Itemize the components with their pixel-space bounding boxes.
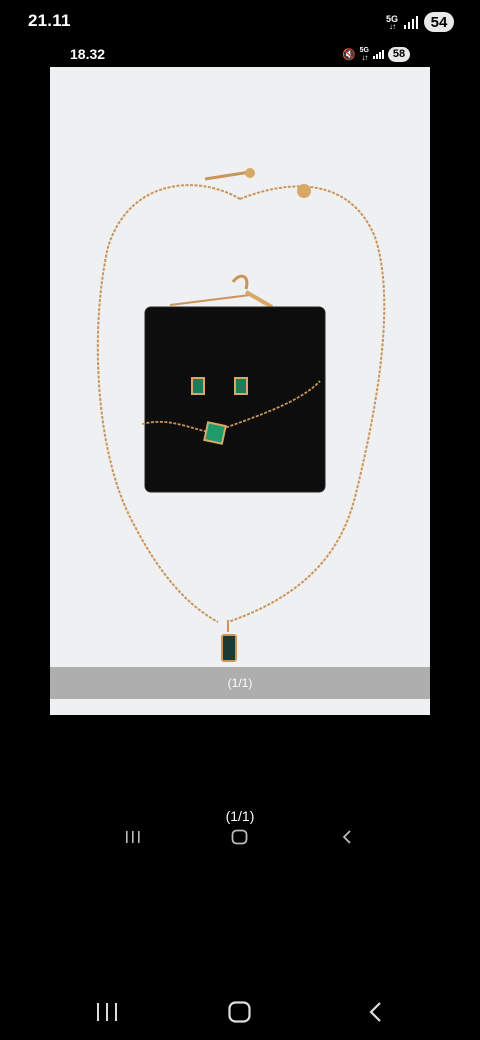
network-indicator: 5G ↓↑ — [386, 14, 398, 31]
image-counter-overlay: (1/1) — [50, 667, 430, 699]
mute-icon: 🔇 — [341, 48, 356, 61]
battery-badge: 54 — [424, 12, 454, 32]
product-photo[interactable]: (1/1) — [50, 67, 430, 715]
navigation-bar — [0, 992, 480, 1032]
inner-status-icons: 🔇 5G ↓↑ 58 — [342, 45, 410, 63]
data-arrows-icon: ↓↑ — [388, 21, 396, 31]
inner-data-arrows-icon: ↓↑ — [361, 53, 368, 62]
image-counter: (1/1) — [225, 808, 255, 824]
inner-navigation-bar — [0, 823, 480, 851]
inner-back-icon — [336, 827, 358, 847]
inner-signal-icon — [373, 49, 384, 59]
inner-recent-apps-icon — [122, 827, 144, 847]
status-icons: 5G ↓↑ 54 — [386, 11, 454, 33]
inner-battery-badge: 58 — [388, 46, 410, 62]
status-bar: 21.11 5G ↓↑ 54 — [0, 0, 480, 44]
status-time: 21.11 — [28, 11, 71, 30]
inner-network-indicator: 5G ↓↑ — [360, 47, 369, 62]
inner-home-icon — [229, 827, 251, 847]
back-icon[interactable] — [360, 998, 390, 1026]
home-icon[interactable] — [225, 998, 255, 1026]
signal-icon — [404, 15, 418, 29]
recent-apps-icon[interactable] — [92, 998, 122, 1026]
jewelry-image — [96, 168, 386, 662]
inner-status-bar: 18.32 🔇 5G ↓↑ 58 — [50, 44, 430, 66]
inner-status-time: 18.32 — [70, 46, 106, 62]
